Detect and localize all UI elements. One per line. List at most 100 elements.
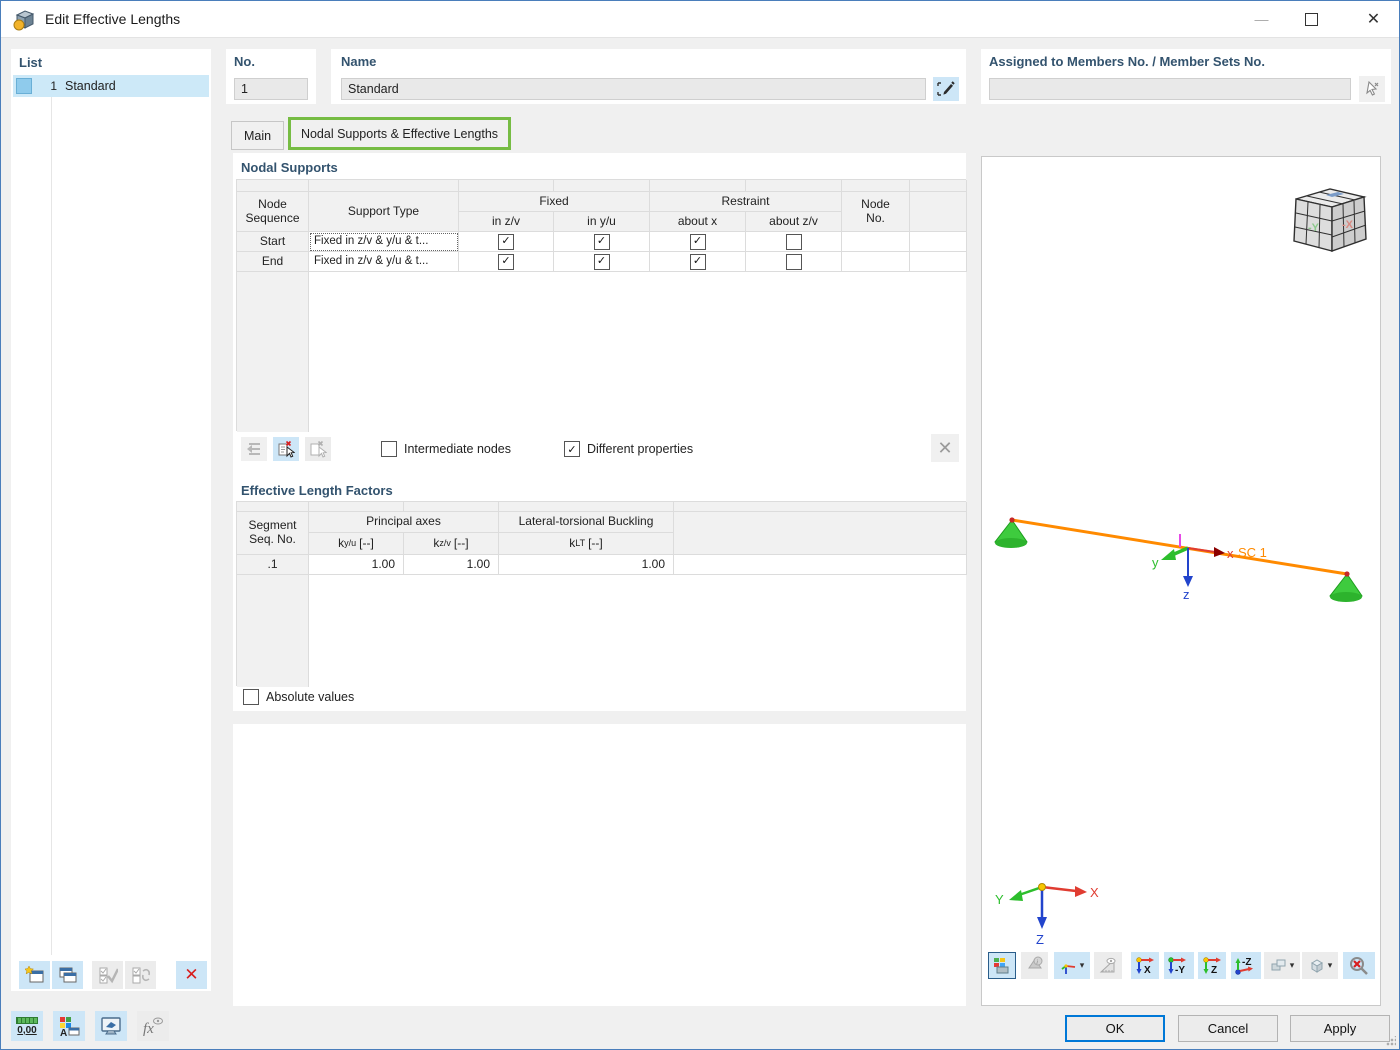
cell [746, 252, 842, 272]
checkbox-fixed-in-yu-start[interactable] [594, 234, 610, 250]
render-mode-dropdown[interactable]: ▾ [1264, 952, 1300, 979]
checkbox-fixed-in-zv-end[interactable] [498, 254, 514, 270]
maximize-icon[interactable] [1289, 1, 1334, 37]
tab-nodal-supports[interactable]: Nodal Supports & Effective Lengths [288, 117, 511, 150]
clear-table-button[interactable]: ✕ [931, 434, 959, 462]
view-x-button[interactable]: X [1131, 952, 1159, 979]
kyu-value-cell[interactable]: 1.00 [309, 555, 404, 575]
no-label: No. [234, 54, 255, 69]
view-minus-z-button[interactable]: -Z [1231, 952, 1261, 979]
rename-button[interactable] [933, 77, 959, 101]
no-input[interactable]: 1 [234, 78, 308, 100]
delete-item-button[interactable]: ✕ [176, 961, 207, 989]
view-z-button[interactable]: Z [1198, 952, 1226, 979]
cell [554, 252, 650, 272]
checkbox-fixed-in-zv-start[interactable] [498, 234, 514, 250]
intermediate-nodes-control[interactable]: Intermediate nodes [381, 441, 511, 457]
axes-display-dropdown[interactable]: ▾ [1054, 952, 1090, 979]
screen-capture-button[interactable] [95, 1011, 127, 1041]
delete-support-cursor-icon [277, 440, 295, 458]
absolute-values-checkbox[interactable] [243, 689, 259, 705]
list-item[interactable]: 1 Standard [13, 75, 209, 97]
no-panel: No. 1 [226, 49, 316, 104]
copy-item-button[interactable] [52, 961, 83, 989]
checkbox-fixed-in-yu-end[interactable] [594, 254, 610, 270]
header-principal-axes: Principal axes [309, 512, 499, 533]
copy-windows-icon [58, 966, 78, 984]
invert-selection-button[interactable] [125, 961, 156, 989]
select-cursor-icon [1364, 81, 1380, 97]
different-properties-checkbox[interactable] [564, 441, 580, 457]
global-axis-y-label: Y [995, 892, 1004, 907]
nav-cube-front-label: -Y [1308, 222, 1320, 234]
tab-main-label: Main [244, 129, 271, 143]
display-properties-button[interactable] [988, 952, 1016, 979]
absolute-values-control[interactable]: Absolute values [243, 689, 354, 705]
name-label: Name [341, 54, 376, 69]
list-header: List [19, 55, 42, 70]
measure-button[interactable] [1094, 952, 1122, 979]
new-item-button[interactable] [19, 961, 50, 989]
display-colors-button[interactable]: A [53, 1011, 85, 1041]
assigned-input[interactable] [989, 78, 1351, 100]
cancel-zoom-button[interactable] [1343, 952, 1375, 979]
absolute-values-label: Absolute values [266, 690, 354, 704]
bounding-box-dropdown[interactable]: ▾ [1302, 952, 1338, 979]
insert-intermediate-node-button[interactable] [241, 437, 267, 461]
minimize-icon[interactable]: — [1239, 1, 1284, 37]
svg-text:A: A [60, 1028, 67, 1037]
row-header-strip [237, 575, 309, 687]
support-type-cell-start[interactable]: Fixed in z/v & y/u & t... [309, 232, 459, 252]
node-no-cell-start[interactable] [842, 232, 910, 252]
view-x-icon: X [1134, 956, 1156, 976]
table-spacer-cell [309, 180, 459, 192]
insert-row-icon [245, 441, 263, 457]
delete-support-button[interactable] [273, 437, 299, 461]
close-icon[interactable]: ✕ [1351, 1, 1396, 37]
cell [910, 252, 967, 272]
kzv-value-cell[interactable]: 1.00 [404, 555, 499, 575]
table-spacer-cell [499, 502, 674, 512]
list-panel: List 1 Standard [11, 49, 211, 991]
select-all-icon [98, 966, 118, 984]
klt-value-cell[interactable]: 1.00 [499, 555, 674, 575]
table-spacer-cell [459, 180, 554, 192]
pick-members-button[interactable] [1359, 76, 1385, 102]
ok-button[interactable]: OK [1065, 1015, 1165, 1042]
svg-text:fx: fx [143, 1021, 154, 1037]
header-extra [910, 192, 967, 232]
title-bar[interactable]: Edit Effective Lengths — ✕ [1, 1, 1399, 38]
name-input[interactable]: Standard [341, 78, 926, 100]
cell [650, 252, 746, 272]
checkbox-restraint-about-zv-start[interactable] [786, 234, 802, 250]
delete-all-supports-button[interactable] [305, 437, 331, 461]
global-axes: X Y Z [995, 884, 1099, 948]
select-all-button[interactable] [92, 961, 123, 989]
assigned-panel: Assigned to Members No. / Member Sets No… [981, 49, 1391, 104]
node-no-cell-end[interactable] [842, 252, 910, 272]
viewer-panel[interactable]: x y z SC 1 X Y Z [981, 156, 1381, 1006]
display-colors-icon: A [58, 1015, 80, 1037]
checkbox-restraint-about-x-start[interactable] [690, 234, 706, 250]
cancel-button-label: Cancel [1208, 1021, 1248, 1036]
nodal-supports-title: Nodal Supports [241, 160, 338, 175]
different-properties-control[interactable]: Different properties [564, 441, 693, 457]
nodal-support-symbol-right [1330, 571, 1362, 602]
row-header-strip [237, 272, 309, 432]
view-minus-y-button[interactable]: -Y [1164, 952, 1194, 979]
resize-grip[interactable] [1386, 1036, 1396, 1046]
checkbox-restraint-about-zv-end[interactable] [786, 254, 802, 270]
intermediate-nodes-checkbox[interactable] [381, 441, 397, 457]
navigation-cube[interactable]: -Y -X [1282, 179, 1372, 257]
checkbox-restraint-about-x-end[interactable] [690, 254, 706, 270]
viewer-canvas[interactable]: x y z SC 1 X Y Z [982, 157, 1380, 1005]
formula-button[interactable]: fx [137, 1011, 169, 1041]
header-klt: kLT[--] [499, 533, 674, 555]
apply-button[interactable]: Apply [1290, 1015, 1390, 1042]
render-blocks-icon [1270, 958, 1288, 974]
cancel-button[interactable]: Cancel [1178, 1015, 1278, 1042]
units-settings-button[interactable]: 0,00 [11, 1011, 43, 1041]
tab-main[interactable]: Main [231, 121, 284, 150]
show-info-button[interactable]: i [1021, 952, 1048, 979]
support-type-cell-end[interactable]: Fixed in z/v & y/u & t... [309, 252, 459, 272]
